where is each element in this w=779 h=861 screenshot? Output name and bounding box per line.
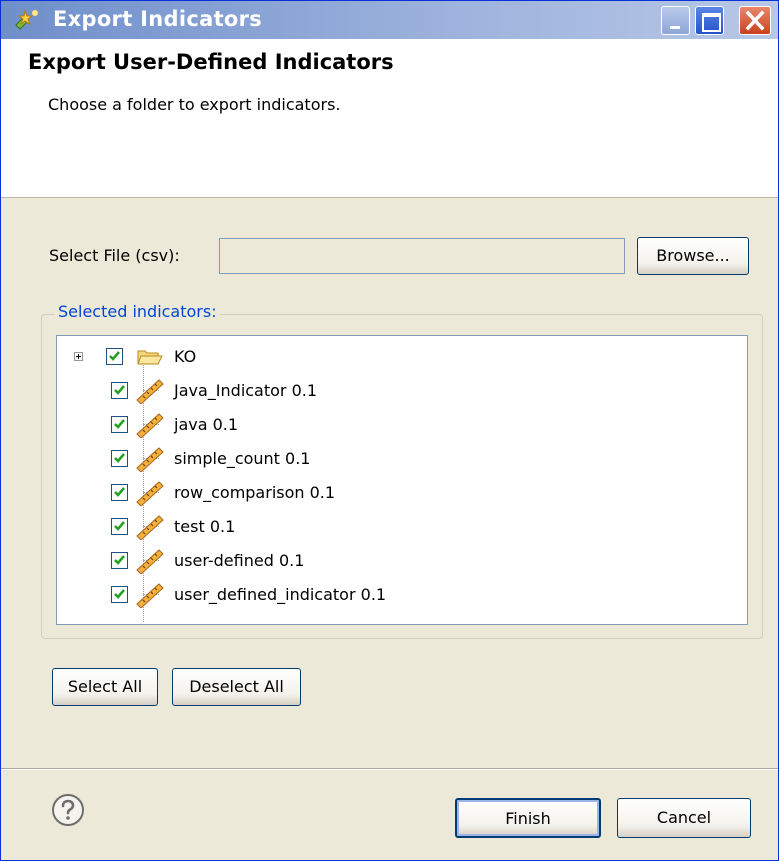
tree-item-label: simple_count 0.1 <box>174 449 311 468</box>
checkmark-icon <box>114 487 125 497</box>
indicators-tree[interactable]: KO Java_Indicator 0.1 java 0.1 simple_co… <box>56 335 748 625</box>
footer-separator <box>1 768 778 770</box>
folder-icon <box>137 350 163 365</box>
browse-button[interactable]: Browse... <box>637 237 749 275</box>
ruler-icon <box>136 583 164 608</box>
close-icon <box>745 10 765 31</box>
checkmark-icon <box>114 555 125 565</box>
tree-item-label: user-defined 0.1 <box>174 551 305 570</box>
minimize-button[interactable] <box>661 6 690 35</box>
export-wizard-icon <box>15 9 38 30</box>
checkbox[interactable] <box>106 348 123 365</box>
ruler-icon <box>136 515 164 540</box>
checkbox[interactable] <box>111 552 128 569</box>
checkmark-icon <box>114 521 125 531</box>
file-path-input[interactable] <box>219 238 625 274</box>
ruler-icon <box>136 481 164 506</box>
export-indicators-dialog: Export Indicators Export User-Defined In… <box>0 0 779 861</box>
checkmark-icon <box>114 385 125 395</box>
help-icon[interactable] <box>51 793 85 827</box>
title-bar[interactable]: Export Indicators <box>1 1 778 39</box>
checkmark-icon <box>114 419 125 429</box>
checkmark-icon <box>114 453 125 463</box>
tree-item-indicator[interactable]: simple_count 0.1 <box>57 445 737 473</box>
tree-item-ko[interactable]: KO <box>57 343 737 371</box>
tree-item-indicator[interactable]: java 0.1 <box>57 411 737 439</box>
tree-item-label: user_defined_indicator 0.1 <box>174 585 387 604</box>
tree-item-indicator[interactable]: user_defined_indicator 0.1 <box>57 581 737 609</box>
deselect-all-button[interactable]: Deselect All <box>172 668 301 706</box>
window-title: Export Indicators <box>53 7 263 31</box>
tree-item-indicator[interactable]: test 0.1 <box>57 513 737 541</box>
tree-item-label: test 0.1 <box>174 517 236 536</box>
select-file-label: Select File (csv): <box>49 246 180 265</box>
tree-item-indicator[interactable]: row_comparison 0.1 <box>57 479 737 507</box>
checkmark-icon <box>109 351 120 361</box>
checkmark-icon <box>114 589 125 599</box>
expand-icon[interactable] <box>74 352 83 361</box>
tree-item-indicator[interactable]: user-defined 0.1 <box>57 547 737 575</box>
tree-item-label: row_comparison 0.1 <box>174 483 336 502</box>
ruler-icon <box>136 549 164 574</box>
checkbox[interactable] <box>111 416 128 433</box>
ruler-icon <box>136 413 164 438</box>
page-description: Choose a folder to export indicators. <box>48 95 341 114</box>
ruler-icon <box>136 447 164 472</box>
select-all-button[interactable]: Select All <box>52 668 158 706</box>
tree-item-label: KO <box>174 347 197 366</box>
cancel-button[interactable]: Cancel <box>617 798 751 838</box>
tree-item-indicator[interactable]: Java_Indicator 0.1 <box>57 377 737 405</box>
tree-item-label: Java_Indicator 0.1 <box>174 381 318 400</box>
selected-indicators-label: Selected indicators: <box>55 302 220 321</box>
ruler-icon <box>136 379 164 404</box>
checkbox[interactable] <box>111 382 128 399</box>
tree-item-label: java 0.1 <box>174 415 239 434</box>
checkbox[interactable] <box>111 586 128 603</box>
checkbox[interactable] <box>111 484 128 501</box>
checkbox[interactable] <box>111 450 128 467</box>
checkbox[interactable] <box>111 518 128 535</box>
close-button[interactable] <box>739 6 771 35</box>
finish-button[interactable]: Finish <box>455 798 601 838</box>
page-title: Export User-Defined Indicators <box>28 50 394 74</box>
maximize-button[interactable] <box>695 6 724 35</box>
